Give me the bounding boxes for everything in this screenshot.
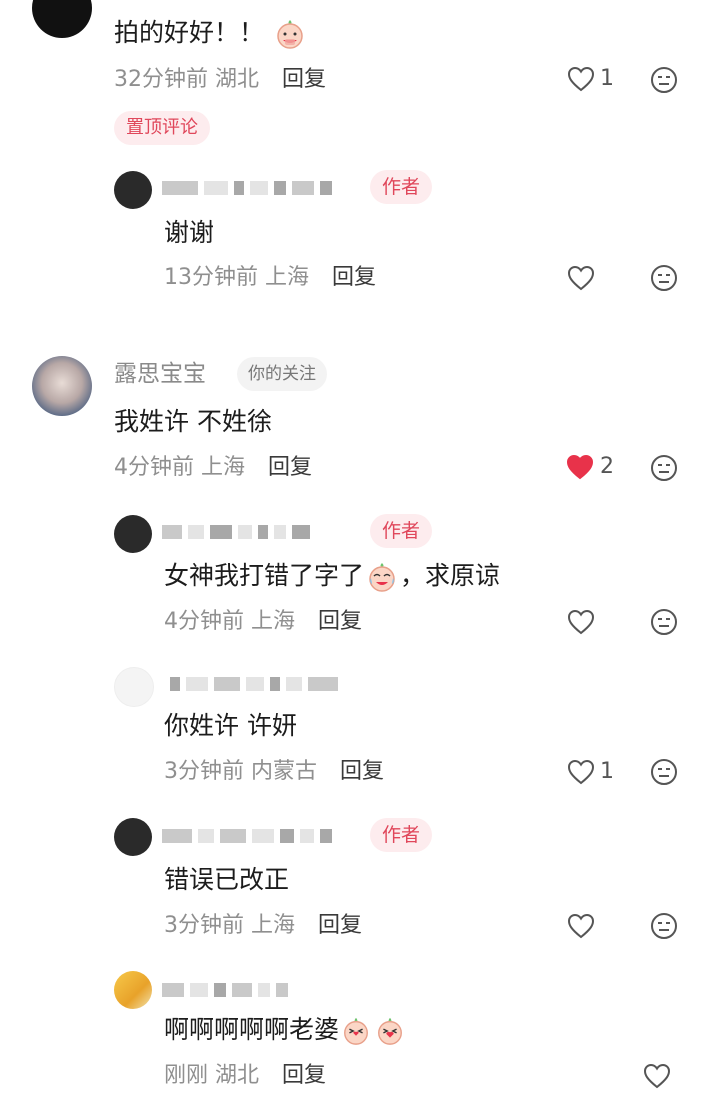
reply-avatar[interactable]	[114, 971, 152, 1009]
commenter-username[interactable]: 露思宝宝	[114, 360, 206, 388]
reply-button[interactable]: 回复	[340, 759, 384, 784]
reply-avatar[interactable]	[114, 667, 154, 707]
reply-button[interactable]: 回复	[268, 455, 312, 480]
comment-text: 我姓许 不姓徐	[114, 407, 272, 436]
comment-time: 32分钟前	[114, 67, 208, 92]
reply-text: 谢谢	[164, 218, 215, 247]
neutral-face-icon[interactable]	[650, 758, 678, 786]
heart-outline-icon[interactable]	[567, 265, 595, 291]
reply-text: 你姓许 许妍	[164, 711, 297, 740]
author-badge: 作者	[370, 818, 433, 852]
reply-time: 3分钟前	[164, 759, 244, 784]
blurred-username	[162, 982, 294, 997]
reply-time: 3分钟前	[164, 913, 244, 938]
emoji-sticker-icon	[344, 1017, 368, 1045]
reply-location: 内蒙古	[251, 759, 318, 784]
reply-avatar[interactable]	[114, 171, 152, 209]
reply-time: 4分钟前	[164, 609, 244, 634]
comment-meta: 4分钟前 上海 回复	[114, 454, 312, 482]
like-count: 1	[600, 759, 614, 784]
neutral-face-icon[interactable]	[650, 608, 678, 636]
reply-location: 上海	[251, 609, 296, 634]
reply-button[interactable]: 回复	[282, 1063, 326, 1088]
reply-text: 女神我打错了字了 ，求原谅	[164, 560, 500, 593]
reply-text: 错误已改正	[164, 865, 290, 894]
heart-outline-icon[interactable]	[643, 1063, 671, 1089]
reply-meta: 3分钟前 内蒙古 回复	[164, 758, 384, 786]
neutral-face-icon[interactable]	[650, 264, 678, 292]
blurred-username	[162, 524, 316, 539]
crying-laugh-emoji-icon	[369, 563, 395, 592]
reply-avatar[interactable]	[114, 818, 152, 856]
comment-location: 上海	[201, 455, 246, 480]
heart-outline-icon[interactable]	[567, 913, 595, 939]
commenter-avatar[interactable]	[32, 0, 92, 38]
reply-meta: 3分钟前 上海 回复	[164, 912, 362, 940]
reply-button[interactable]: 回复	[318, 609, 362, 634]
comment-meta: 32分钟前 湖北 回复	[114, 66, 326, 94]
reply-button[interactable]: 回复	[318, 913, 362, 938]
reply-time: 刚刚	[164, 1063, 209, 1088]
reply-button[interactable]: 回复	[332, 265, 376, 290]
like-count: 1	[600, 66, 614, 91]
reply-location: 湖北	[215, 1063, 260, 1088]
reply-time: 13分钟前	[164, 265, 258, 290]
like-count: 2	[600, 454, 614, 479]
neutral-face-icon[interactable]	[650, 66, 678, 94]
blurred-username	[162, 828, 338, 843]
emoji-sticker-icon	[277, 20, 303, 49]
commenter-avatar[interactable]	[32, 356, 92, 416]
comment-location: 湖北	[215, 67, 260, 92]
reply-text: 啊啊啊啊啊老婆	[164, 1014, 407, 1046]
pinned-comment-badge: 置顶评论	[114, 111, 210, 145]
reply-avatar[interactable]	[114, 515, 152, 553]
reply-location: 上海	[251, 913, 296, 938]
emoji-sticker-icon	[378, 1017, 402, 1045]
reply-button[interactable]: 回复	[282, 67, 326, 92]
author-badge: 作者	[370, 514, 433, 548]
heart-outline-icon[interactable]	[567, 609, 595, 635]
following-badge: 你的关注	[237, 357, 327, 391]
reply-meta: 刚刚 湖北 回复	[164, 1062, 326, 1090]
comment-text: 拍的好好！！	[114, 17, 308, 50]
heart-outline-icon[interactable]	[567, 759, 595, 785]
heart-filled-icon[interactable]	[566, 454, 594, 480]
neutral-face-icon[interactable]	[650, 454, 678, 482]
author-badge: 作者	[370, 170, 433, 204]
comment-time: 4分钟前	[114, 455, 194, 480]
reply-location: 上海	[265, 265, 310, 290]
neutral-face-icon[interactable]	[650, 912, 678, 940]
reply-meta: 4分钟前 上海 回复	[164, 608, 362, 636]
blurred-username	[162, 180, 338, 195]
blurred-username	[170, 676, 344, 691]
heart-outline-icon[interactable]	[567, 66, 595, 92]
reply-meta: 13分钟前 上海 回复	[164, 264, 376, 292]
